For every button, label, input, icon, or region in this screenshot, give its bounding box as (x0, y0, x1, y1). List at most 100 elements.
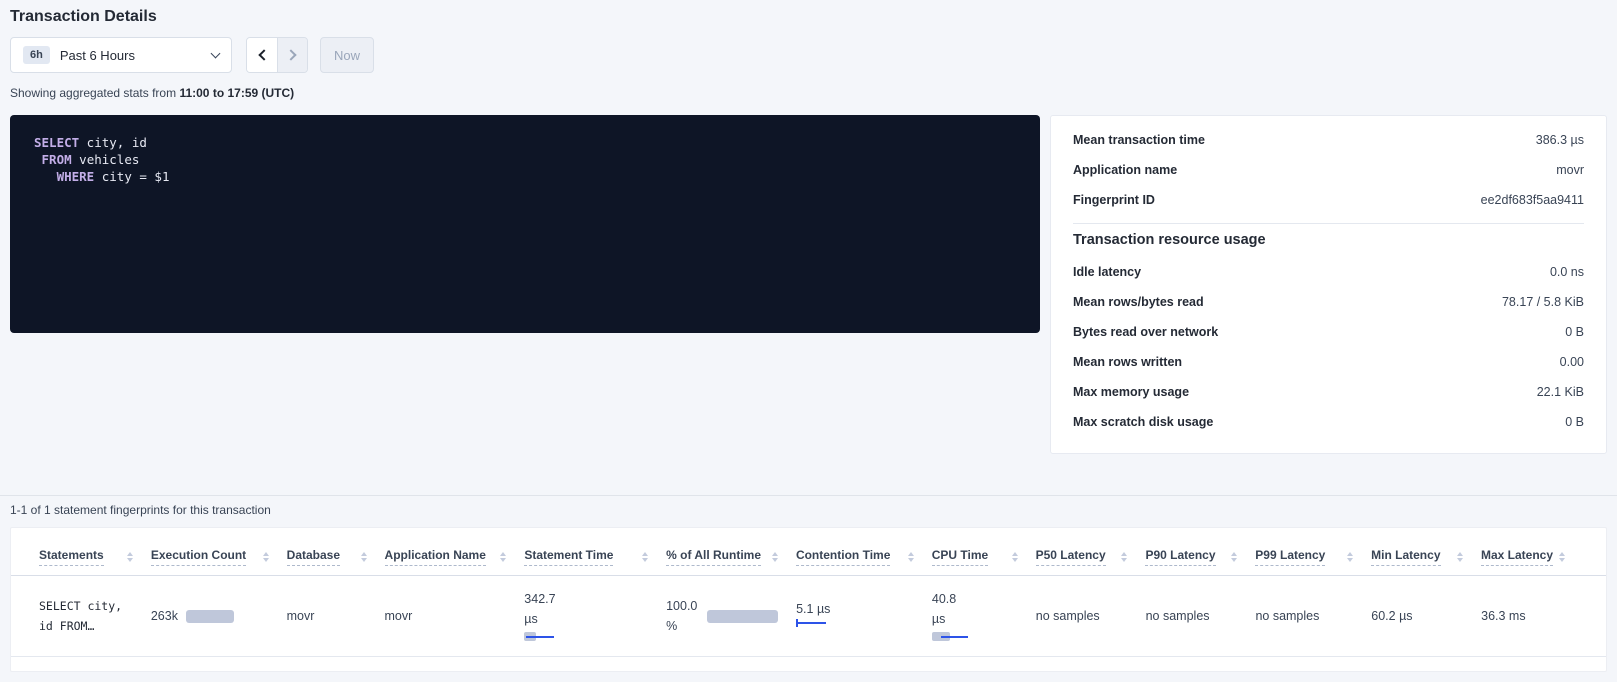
resource-row: Bytes read over network 0 B (1073, 317, 1584, 347)
summary-label: Mean transaction time (1073, 133, 1205, 147)
statement-time-cell: 342.7µs (524, 589, 666, 643)
resource-label: Bytes read over network (1073, 325, 1218, 339)
column-header-p99-latency[interactable]: P99 Latency (1255, 548, 1371, 566)
resource-label: Max scratch disk usage (1073, 415, 1213, 429)
column-header-max-latency[interactable]: Max Latency (1481, 548, 1578, 566)
application-name-cell: movr (385, 609, 525, 623)
resource-row: Idle latency 0.0 ns (1073, 257, 1584, 287)
column-header-label[interactable]: P50 Latency (1036, 548, 1106, 566)
statement-count-text: 1-1 of 1 statement fingerprints for this… (10, 503, 1607, 517)
sql-keyword: SELECT (34, 135, 79, 150)
resource-value: 0.00 (1560, 355, 1584, 369)
resource-value: 78.17 / 5.8 KiB (1502, 295, 1584, 309)
time-controls: 6h Past 6 Hours Now (10, 37, 1607, 73)
sort-icon[interactable] (1457, 552, 1463, 563)
sort-icon[interactable] (1347, 552, 1353, 563)
time-step-buttons (246, 37, 308, 73)
column-header-statements[interactable]: Statements (39, 548, 151, 566)
column-header-label[interactable]: % of All Runtime (666, 548, 761, 566)
resource-label: Mean rows/bytes read (1073, 295, 1204, 309)
chevron-left-icon (258, 49, 269, 60)
sort-icon[interactable] (500, 552, 506, 563)
column-header-cpu-time[interactable]: CPU Time (932, 548, 1036, 566)
percent-runtime-bar (707, 610, 778, 623)
statement-line: SELECT city, (39, 599, 122, 613)
resource-label: Idle latency (1073, 265, 1141, 279)
sort-icon[interactable] (263, 552, 269, 563)
transaction-summary-panel: Mean transaction time 386.3 µs Applicati… (1050, 115, 1607, 454)
time-range-label: Past 6 Hours (60, 48, 212, 63)
column-header-label[interactable]: CPU Time (932, 548, 988, 566)
column-header-label[interactable]: Statements (39, 548, 104, 566)
statement-fingerprint-cell: SELECT city, id FROM… (39, 596, 151, 636)
sort-icon[interactable] (361, 552, 367, 563)
previous-interval-button[interactable] (247, 38, 277, 72)
sort-icon[interactable] (772, 552, 778, 563)
column-header-label[interactable]: Max Latency (1481, 548, 1553, 566)
statement-fingerprint-link[interactable]: SELECT city, id FROM… (39, 596, 133, 636)
column-header-application-name[interactable]: Application Name (385, 548, 525, 566)
summary-row: Application name movr (1073, 155, 1584, 185)
chevron-down-icon (211, 48, 221, 58)
sort-icon[interactable] (642, 552, 648, 563)
sort-icon[interactable] (127, 552, 133, 563)
column-header-label[interactable]: Execution Count (151, 548, 246, 566)
summary-value: 386.3 µs (1536, 133, 1584, 147)
divider (1073, 223, 1584, 224)
sql-text: city = $1 (94, 169, 169, 184)
column-header-p50-latency[interactable]: P50 Latency (1036, 548, 1146, 566)
sql-line: SELECT city, id (34, 134, 1016, 151)
cpu-time-cell: 40.8µs (932, 589, 1036, 643)
summary-label: Application name (1073, 163, 1177, 177)
column-header-label[interactable]: Database (287, 548, 340, 566)
aggregation-range-text: Showing aggregated stats from 11:00 to 1… (10, 86, 1607, 100)
resource-label: Mean rows written (1073, 355, 1182, 369)
next-interval-button[interactable] (277, 38, 307, 72)
column-header-min-latency[interactable]: Min Latency (1371, 548, 1481, 566)
resource-row: Max memory usage 22.1 KiB (1073, 377, 1584, 407)
sort-icon[interactable] (1231, 552, 1237, 563)
column-header-label[interactable]: P90 Latency (1145, 548, 1215, 566)
resource-label: Max memory usage (1073, 385, 1189, 399)
divider (0, 495, 1617, 496)
resource-value: 0 B (1565, 415, 1584, 429)
column-header-label[interactable]: P99 Latency (1255, 548, 1325, 566)
sql-keyword: WHERE (57, 169, 95, 184)
execution-count-cell: 263k (151, 609, 287, 623)
cpu-time-value: 40.8µs (932, 589, 1018, 629)
percent-runtime-cell: 100.0% (666, 596, 796, 636)
column-header-execution-count[interactable]: Execution Count (151, 548, 287, 566)
column-header-label[interactable]: Min Latency (1371, 548, 1440, 566)
aggregation-range-prefix: Showing aggregated stats from (10, 86, 176, 100)
resource-value: 0.0 ns (1550, 265, 1584, 279)
sort-icon[interactable] (1559, 552, 1565, 563)
sql-fingerprint-box: SELECT city, id FROM vehicles WHERE city… (10, 115, 1040, 333)
column-header-label[interactable]: Statement Time (524, 548, 613, 566)
resource-value: 0 B (1565, 325, 1584, 339)
max-latency-cell: 36.3 ms (1481, 609, 1578, 623)
column-header-label[interactable]: Contention Time (796, 548, 890, 566)
sql-text: vehicles (72, 152, 140, 167)
sort-icon[interactable] (908, 552, 914, 563)
column-header-statement-time[interactable]: Statement Time (524, 548, 666, 566)
transaction-details-page: Transaction Details 6h Past 6 Hours Now … (0, 0, 1617, 672)
contention-time-cell: 5.1 µs (796, 602, 932, 630)
resource-row: Max scratch disk usage 0 B (1073, 407, 1584, 437)
sort-icon[interactable] (1012, 552, 1018, 563)
column-header-database[interactable]: Database (287, 548, 385, 566)
time-range-dropdown[interactable]: 6h Past 6 Hours (10, 37, 232, 73)
resource-row: Mean rows written 0.00 (1073, 347, 1584, 377)
summary-value: movr (1556, 163, 1584, 177)
main-content: SELECT city, id FROM vehicles WHERE city… (10, 115, 1607, 454)
sort-icon[interactable] (1121, 552, 1127, 563)
execution-count-bar (186, 610, 234, 623)
column-header-percent-runtime[interactable]: % of All Runtime (666, 548, 796, 566)
statement-line: id FROM… (39, 619, 94, 633)
column-header-contention-time[interactable]: Contention Time (796, 548, 932, 566)
p90-latency-cell: no samples (1146, 609, 1256, 623)
now-button[interactable]: Now (320, 37, 374, 73)
summary-value: ee2df683f5aa9411 (1481, 193, 1584, 207)
percent-runtime-value: 100.0% (666, 596, 697, 636)
column-header-label[interactable]: Application Name (385, 548, 486, 566)
column-header-p90-latency[interactable]: P90 Latency (1145, 548, 1255, 566)
